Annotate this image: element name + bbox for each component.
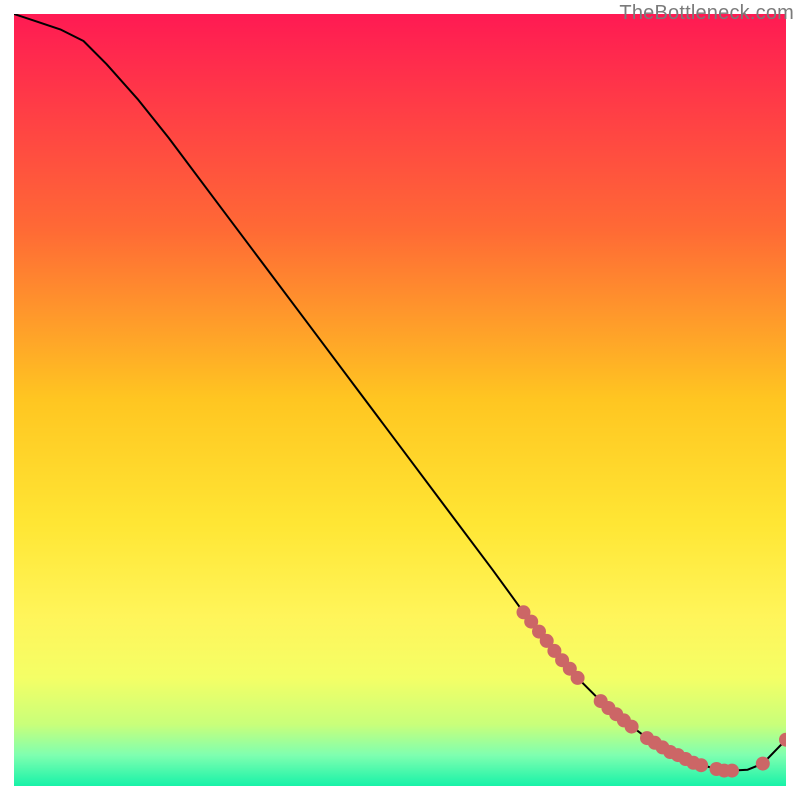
highlight-dot <box>625 720 639 734</box>
highlight-dot <box>571 671 585 685</box>
highlight-dot <box>756 757 770 771</box>
attribution-text: TheBottleneck.com <box>619 2 794 25</box>
highlight-dot <box>725 764 739 778</box>
plot-area <box>14 14 786 786</box>
chart-svg <box>14 14 786 786</box>
gradient-background <box>14 14 786 786</box>
highlight-dot <box>694 758 708 772</box>
chart-container: TheBottleneck.com <box>0 0 800 800</box>
